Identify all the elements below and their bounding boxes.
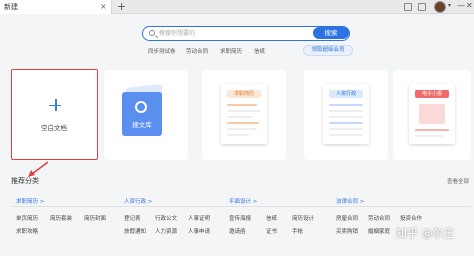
newsletter-thumbnail: 电子小报 <box>409 84 455 144</box>
category-link[interactable]: 信纸 <box>266 214 277 222</box>
chevron-down-icon[interactable]: ▾ <box>448 2 451 9</box>
category-title[interactable]: 平面设计 > <box>229 197 257 205</box>
search-library-card[interactable]: 搜文库 <box>104 70 188 160</box>
category-title[interactable]: 人资行政 > <box>124 197 152 205</box>
resume-template-card[interactable]: 求职简历 <box>202 70 286 160</box>
vip-button[interactable]: 领取超级会员 <box>303 45 353 56</box>
search-input[interactable] <box>159 28 299 39</box>
category-link[interactable]: 证书 <box>266 227 277 235</box>
quick-link[interactable]: 求职简历 <box>220 47 242 55</box>
add-tab-icon[interactable]: + <box>117 0 126 13</box>
card-label: 求职简历 <box>227 90 261 98</box>
category-link[interactable]: 婚姻家庭 <box>368 227 390 235</box>
tab-new[interactable]: 新建 × <box>0 0 112 14</box>
tab-label: 新建 <box>4 3 18 11</box>
category-title[interactable]: 求职简历 > <box>16 197 44 205</box>
category-link[interactable]: 房屋合同 <box>336 214 358 222</box>
category-link[interactable]: 买卖购销 <box>336 227 358 235</box>
minimize-icon[interactable]: — <box>457 1 465 10</box>
category-link[interactable]: 简历套装 <box>50 214 72 222</box>
category-link[interactable]: 求职攻略 <box>16 227 38 235</box>
category-link[interactable]: 放假通知 <box>124 227 146 235</box>
newsletter-template-card[interactable]: 电子小报 <box>393 70 471 160</box>
pointer-arrow-icon <box>28 161 49 177</box>
avatar[interactable] <box>434 1 446 13</box>
card-label: 人资行政 <box>329 90 363 98</box>
quick-link[interactable]: 同步测试卷 <box>148 47 176 55</box>
magnifier-icon <box>135 101 147 113</box>
resume-thumbnail: 求职简历 <box>221 84 267 144</box>
tab-close-icon[interactable]: × <box>100 1 107 12</box>
search-icon <box>149 30 155 36</box>
category-link[interactable]: 行政公文 <box>155 214 177 222</box>
card-label: 空白文档 <box>41 124 67 132</box>
divider <box>11 206 471 207</box>
quick-link[interactable]: 劳动合同 <box>186 47 208 55</box>
card-label: 搜文库 <box>132 121 152 129</box>
image-icon <box>419 104 445 124</box>
category-link[interactable]: 劳动合同 <box>368 214 390 222</box>
category-link[interactable]: 简历封面 <box>84 214 106 222</box>
category-link[interactable]: 手帐 <box>292 227 303 235</box>
search-bar: 搜索 <box>142 26 350 41</box>
category-link[interactable]: 简历设计 <box>292 214 314 222</box>
category-link[interactable]: 人事申请 <box>188 227 210 235</box>
category-title[interactable]: 法律合同 > <box>336 197 364 205</box>
blank-document-card[interactable]: 空白文档 <box>11 69 98 160</box>
category-link[interactable]: 邀请函 <box>229 227 246 235</box>
hr-thumbnail: 人资行政 <box>323 84 369 144</box>
category-link[interactable]: 登记表 <box>124 214 141 222</box>
view-all-link[interactable]: 查看全部 <box>447 177 469 185</box>
category-link[interactable]: 宣传海报 <box>229 214 251 222</box>
watermark: 知乎 @尔王 <box>396 227 455 240</box>
category-link[interactable]: 人力资源 <box>155 227 177 235</box>
category-link[interactable]: 投资合作 <box>400 214 422 222</box>
window-layout-icon[interactable] <box>404 3 412 11</box>
close-window-icon[interactable]: ✕ <box>466 1 473 10</box>
window-restore-icon[interactable] <box>418 3 426 11</box>
category-link[interactable]: 单页简历 <box>16 214 38 222</box>
hr-template-card[interactable]: 人资行政 <box>304 70 388 160</box>
search-button[interactable]: 搜索 <box>313 27 349 39</box>
title-bar: 新建 × + ▾ — ✕ <box>0 0 474 14</box>
new-document-page: 搜索 同步测试卷 劳动合同 求职简历 信纸 领取超级会员 空白文档 搜文库 求职… <box>0 14 474 256</box>
category-link[interactable]: 人事证明 <box>188 214 210 222</box>
card-label: 电子小报 <box>415 90 449 98</box>
quick-link[interactable]: 信纸 <box>254 47 265 55</box>
